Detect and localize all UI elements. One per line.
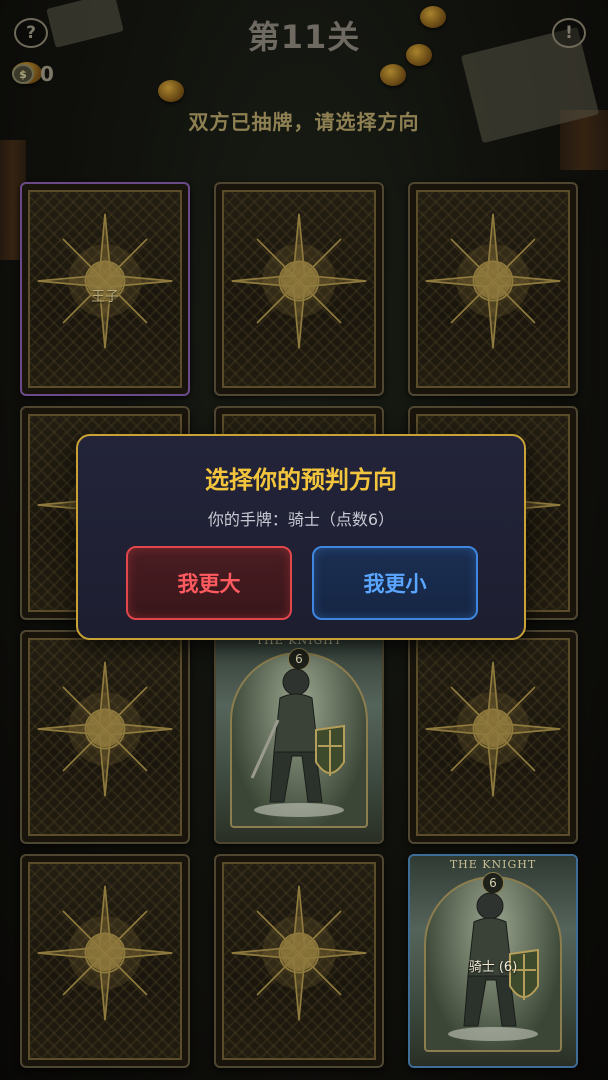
card-10[interactable] bbox=[20, 854, 190, 1068]
card-face: THE KNIGHT 6 骑士 (6) bbox=[410, 856, 576, 1066]
card-8-knight[interactable]: THE KNIGHT 6 bbox=[214, 630, 384, 844]
coin-counter: $ 0 bbox=[12, 62, 54, 86]
info-button[interactable]: ! bbox=[552, 18, 586, 48]
bigger-button[interactable]: 我更大 bbox=[126, 546, 292, 620]
sun-star-icon bbox=[425, 661, 561, 796]
card-3[interactable] bbox=[408, 182, 578, 396]
card-1[interactable]: 王子 bbox=[20, 182, 190, 396]
coin-count: 0 bbox=[40, 62, 54, 86]
sun-star-icon bbox=[231, 213, 367, 348]
card-label: 王子 bbox=[91, 289, 119, 305]
card-2[interactable] bbox=[214, 182, 384, 396]
alert-icon: ! bbox=[565, 23, 573, 43]
card-7[interactable] bbox=[20, 630, 190, 844]
card-9[interactable] bbox=[408, 630, 578, 844]
dialog-title: 选择你的预判方向 bbox=[205, 466, 397, 494]
card-caption: 骑士 (6) bbox=[468, 960, 518, 975]
level-title: 第11关 bbox=[247, 18, 361, 56]
sun-star-icon bbox=[37, 213, 173, 348]
knight-icon bbox=[250, 668, 345, 817]
prediction-dialog: 选择你的预判方向 你的手牌：骑士（点数6） 我更大 我更小 bbox=[76, 434, 526, 640]
card-title: THE KNIGHT bbox=[449, 858, 537, 871]
sun-star-icon bbox=[37, 661, 173, 796]
sun-star-icon bbox=[425, 213, 561, 348]
sun-star-icon bbox=[37, 885, 173, 1020]
card-11[interactable] bbox=[214, 854, 384, 1068]
status-text: 双方已抽牌，请选择方向 bbox=[188, 110, 420, 134]
smaller-button[interactable]: 我更小 bbox=[312, 546, 478, 620]
card-12-knight[interactable]: THE KNIGHT 6 骑士 (6) bbox=[408, 854, 578, 1068]
card-face: THE KNIGHT 6 bbox=[216, 632, 382, 842]
hand-card-info: 你的手牌：骑士（点数6） bbox=[207, 510, 395, 529]
sun-star-icon bbox=[231, 885, 367, 1020]
coin-icon: $ bbox=[12, 64, 34, 84]
